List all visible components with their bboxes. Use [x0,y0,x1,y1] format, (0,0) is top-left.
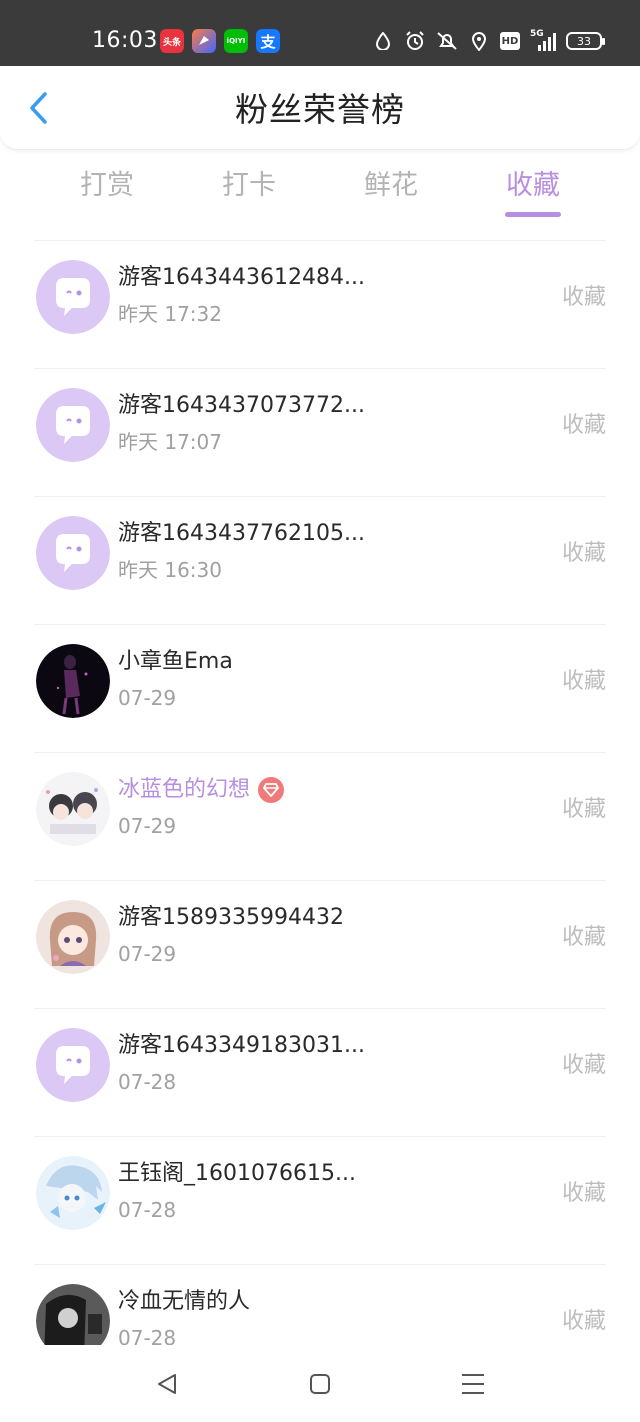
action-label: 收藏 [561,541,606,566]
diamond-badge-icon [258,777,285,803]
favorite-time: 07-29 [118,686,177,710]
tab-bar: 打赏 打卡 鲜花 收藏 [0,160,640,222]
user-name: 冰蓝色的幻想 [118,775,285,805]
home-square-icon [310,1374,330,1394]
favorite-time: 07-29 [118,942,177,966]
list-item[interactable]: 游客1643437762105... 昨天 16:30 收藏 [34,496,606,624]
feishu-app-icon [192,29,216,53]
status-indicators: HD 5G 33 [372,28,605,54]
list-item[interactable]: 游客1643443612484... 昨天 17:32 收藏 [34,240,606,368]
action-label: 收藏 [561,925,606,950]
user-name: 游客1643437073772... [118,393,365,418]
tab-checkin[interactable]: 打卡 [199,168,299,204]
nav-menu-button[interactable] [458,1369,488,1399]
water-drop-icon [372,30,394,52]
battery-icon: 33 [566,32,605,50]
avatar[interactable] [36,516,110,590]
list-item[interactable]: 游客1643349183031... 07-28 收藏 [34,1008,606,1136]
list-item[interactable]: 游客1643437073772... 昨天 17:07 收藏 [34,368,606,496]
notification-app-icons: 头条 iQIYI 支 [160,29,280,53]
user-name: 游客1643437762105... [118,521,365,546]
avatar[interactable] [36,388,110,462]
nav-home-button[interactable] [305,1369,335,1399]
menu-lines-icon [462,1374,484,1394]
favorite-time: 昨天 17:32 [118,302,222,326]
user-name: 游客1643349183031... [118,1033,365,1058]
action-label: 收藏 [561,1309,606,1334]
avatar[interactable] [36,772,110,846]
signal-icon: 5G [530,29,556,51]
page-title: 粉丝荣誉榜 [235,90,405,129]
avatar[interactable] [36,1028,110,1102]
favorite-time: 07-28 [118,1198,177,1222]
action-label: 收藏 [561,413,606,438]
list-item[interactable]: 游客1589335994432 07-29 收藏 [34,880,606,1008]
app-header: 粉丝荣誉榜 [0,66,640,150]
favorite-time: 昨天 17:07 [118,430,222,454]
action-label: 收藏 [561,1053,606,1078]
list-item[interactable]: 小章鱼Ema 07-29 收藏 [34,624,606,752]
location-icon [468,30,490,52]
list-item[interactable]: 王钰阁_1601076615... 07-28 收藏 [34,1136,606,1264]
status-bar: 16:03 头条 iQIYI 支 HD 5G 33 [0,0,640,66]
favorite-time: 07-29 [118,814,177,838]
tab-tip[interactable]: 打赏 [57,168,157,204]
action-label: 收藏 [561,669,606,694]
action-label: 收藏 [561,1181,606,1206]
mute-bell-icon [436,30,458,52]
tab-flowers[interactable]: 鲜花 [341,168,441,204]
favorite-time: 07-28 [118,1070,177,1094]
alarm-icon [404,30,426,52]
toutiao-app-icon: 头条 [160,29,184,53]
nav-back-button[interactable] [152,1369,182,1399]
user-name: 冷血无情的人 [118,1289,251,1314]
avatar[interactable] [36,900,110,974]
avatar[interactable] [36,644,110,718]
action-label: 收藏 [561,285,606,310]
avatar[interactable] [36,260,110,334]
user-name-text: 冰蓝色的幻想 [118,777,251,802]
back-triangle-icon [158,1374,176,1394]
alipay-app-icon: 支 [256,29,280,53]
active-tab-indicator [505,212,561,217]
user-name: 游客1589335994432 [118,905,344,930]
fan-list: 游客1643443612484... 昨天 17:32 收藏 游客1643437… [34,240,606,1392]
action-label: 收藏 [561,797,606,822]
user-name: 小章鱼Ema [118,649,233,674]
avatar[interactable] [36,1156,110,1230]
system-nav-bar [0,1345,640,1422]
hd-icon: HD [500,32,520,50]
favorite-time: 昨天 16:30 [118,558,222,582]
iqiyi-app-icon: iQIYI [224,29,248,53]
list-item[interactable]: 冰蓝色的幻想 07-29 收藏 [34,752,606,880]
user-name: 王钰阁_1601076615... [118,1161,356,1186]
tab-favorites[interactable]: 收藏 [483,168,583,204]
user-name: 游客1643443612484... [118,265,365,290]
status-time: 16:03 [92,28,158,53]
